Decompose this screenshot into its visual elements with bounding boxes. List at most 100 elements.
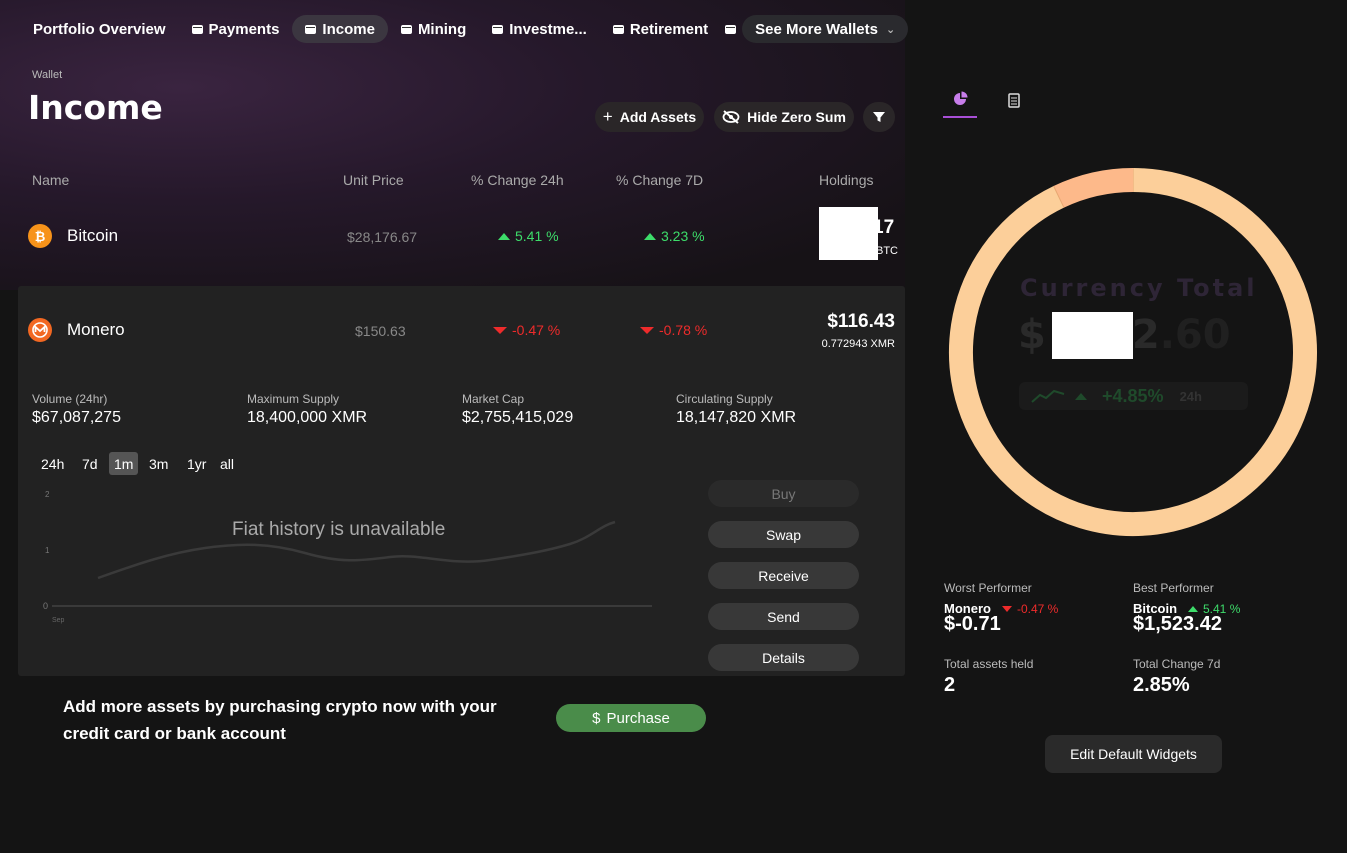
see-more-label: See More Wallets [755, 20, 878, 38]
range-24h[interactable]: 24h [36, 452, 69, 475]
fiat-history-message: Fiat history is unavailable [232, 519, 446, 540]
tab-label: Portfolio Overview [33, 20, 166, 38]
tab-mining[interactable]: Mining [388, 15, 479, 43]
donut-slice-monero[interactable] [1053, 168, 1134, 208]
arrow-up-icon [1188, 606, 1198, 612]
currency-symbol: $ [1018, 312, 1046, 358]
market-cap-label: Market Cap [462, 392, 525, 406]
page-title: Income [28, 88, 163, 127]
redaction-box [819, 207, 878, 260]
best-performer-label: Best Performer [1133, 581, 1214, 595]
currency-change-period: 24h [1179, 388, 1202, 404]
monero-icon [28, 318, 52, 342]
change-7d: -0.78 % [640, 322, 707, 338]
tab-income[interactable]: Income [292, 15, 388, 43]
purchase-button[interactable]: $ Purchase [556, 704, 706, 732]
currency-total-label: Currency Total [1020, 274, 1258, 302]
column-header-holdings[interactable]: Holdings [819, 172, 873, 188]
currency-total-cents: .60 [1159, 312, 1231, 358]
trend-line-icon [1031, 389, 1065, 403]
market-cap-value: $2,755,415,029 [462, 409, 574, 426]
hide-zero-label: Hide Zero Sum [747, 109, 846, 125]
tab-portfolio-overview[interactable]: Portfolio Overview [20, 15, 179, 43]
wallet-tabs: Portfolio Overview Payments Income Minin… [20, 15, 910, 43]
tab-investments[interactable]: Investme... [479, 15, 600, 43]
currency-total-tail: 2 [1131, 312, 1160, 358]
change-7d: 3.23 % [644, 228, 705, 244]
circulating-supply-label: Circulating Supply [676, 392, 773, 406]
asset-name: Monero [67, 320, 125, 339]
arrow-up-icon [1075, 392, 1087, 400]
worst-performer-label: Worst Performer [944, 581, 1032, 595]
column-header-name[interactable]: Name [32, 172, 69, 188]
dollar-icon: $ [592, 709, 601, 727]
range-1yr[interactable]: 1yr [182, 452, 211, 475]
total-change-value: 2.85% [1133, 674, 1190, 696]
unit-price: $28,176.67 [347, 229, 418, 245]
volume-value: $67,087,275 [32, 409, 121, 426]
currency-change-value: +4.85% [1102, 385, 1164, 406]
circulating-supply-value: 18,147,820 XMR [676, 409, 797, 426]
y-tick: 0 [43, 601, 48, 611]
range-7d[interactable]: 7d [77, 452, 103, 475]
tab-label: Investme... [509, 20, 587, 38]
plus-icon: + [602, 107, 613, 126]
eye-off-icon [722, 110, 740, 124]
buy-button[interactable]: Buy [708, 480, 859, 507]
volume-label: Volume (24hr) [32, 392, 108, 406]
arrow-up-icon [644, 233, 656, 240]
see-more-wallets-button[interactable]: See More Wallets ⌄ [742, 15, 909, 43]
range-3m[interactable]: 3m [144, 452, 173, 475]
wallet-icon [492, 24, 504, 34]
max-supply-label: Maximum Supply [247, 392, 340, 406]
price-history-chart: 2 1 0 Sep [43, 490, 652, 624]
redaction-box [1052, 312, 1133, 359]
y-tick: 2 [45, 490, 50, 499]
filter-icon [873, 112, 885, 122]
filter-button[interactable] [863, 102, 895, 132]
send-button[interactable]: Send [708, 603, 859, 630]
change-24h-value: 5.41 % [515, 228, 559, 244]
receive-button[interactable]: Receive [708, 562, 859, 589]
tab-list[interactable] [997, 82, 1031, 118]
total-change-label: Total Change 7d [1133, 657, 1221, 671]
column-header-change-24h[interactable]: % Change 24h [471, 172, 564, 188]
bitcoin-icon: ₿ [28, 224, 52, 248]
tab-overflow[interactable] [721, 15, 738, 43]
breadcrumb: Wallet [32, 69, 63, 81]
currency-change-badge: +4.85% 24h [1019, 382, 1248, 410]
change-24h: -0.47 % [493, 322, 560, 338]
tab-pie-chart[interactable] [943, 82, 977, 118]
monero-glyph [32, 322, 48, 338]
x-tick: Sep [52, 617, 65, 624]
range-1m[interactable]: 1m [109, 452, 139, 475]
tab-retirement[interactable]: Retirement [600, 15, 721, 43]
worst-performer-change: -0.47 % [1002, 602, 1058, 616]
tab-payments[interactable]: Payments [179, 15, 293, 43]
swap-button[interactable]: Swap [708, 521, 859, 548]
arrow-down-icon [640, 327, 654, 334]
unit-price: $150.63 [355, 323, 406, 339]
asset-row-monero[interactable]: Monero $150.63 -0.47 % -0.78 % $116.43 0… [18, 300, 905, 360]
wallet-icon [400, 24, 412, 34]
total-assets-value: 2 [944, 674, 956, 696]
worst-change-value: -0.47 % [1017, 602, 1059, 616]
wallet-icon [191, 24, 203, 34]
details-button[interactable]: Details [708, 644, 859, 671]
add-assets-button[interactable]: + Add Assets [595, 102, 704, 132]
holdings-amount: 0.772943 XMR [821, 338, 895, 350]
y-tick: 1 [45, 546, 50, 555]
column-header-unit-price[interactable]: Unit Price [343, 172, 404, 188]
asset-row-bitcoin[interactable]: ₿ Bitcoin $28,176.67 5.41 % 3.23 % 17 BT… [18, 200, 905, 272]
change-24h-value: -0.47 % [512, 322, 561, 338]
total-assets-label: Total assets held [944, 657, 1034, 671]
hide-zero-sum-button[interactable]: Hide Zero Sum [714, 102, 854, 132]
purchase-label: Purchase [606, 709, 670, 727]
tab-label: Payments [208, 20, 280, 38]
tab-label: Income [322, 20, 375, 38]
asset-name: Bitcoin [67, 226, 119, 245]
column-header-change-7d[interactable]: % Change 7D [616, 172, 703, 188]
edit-default-widgets-button[interactable]: Edit Default Widgets [1045, 735, 1222, 773]
arrow-up-icon [498, 233, 510, 240]
range-all[interactable]: all [215, 452, 239, 475]
